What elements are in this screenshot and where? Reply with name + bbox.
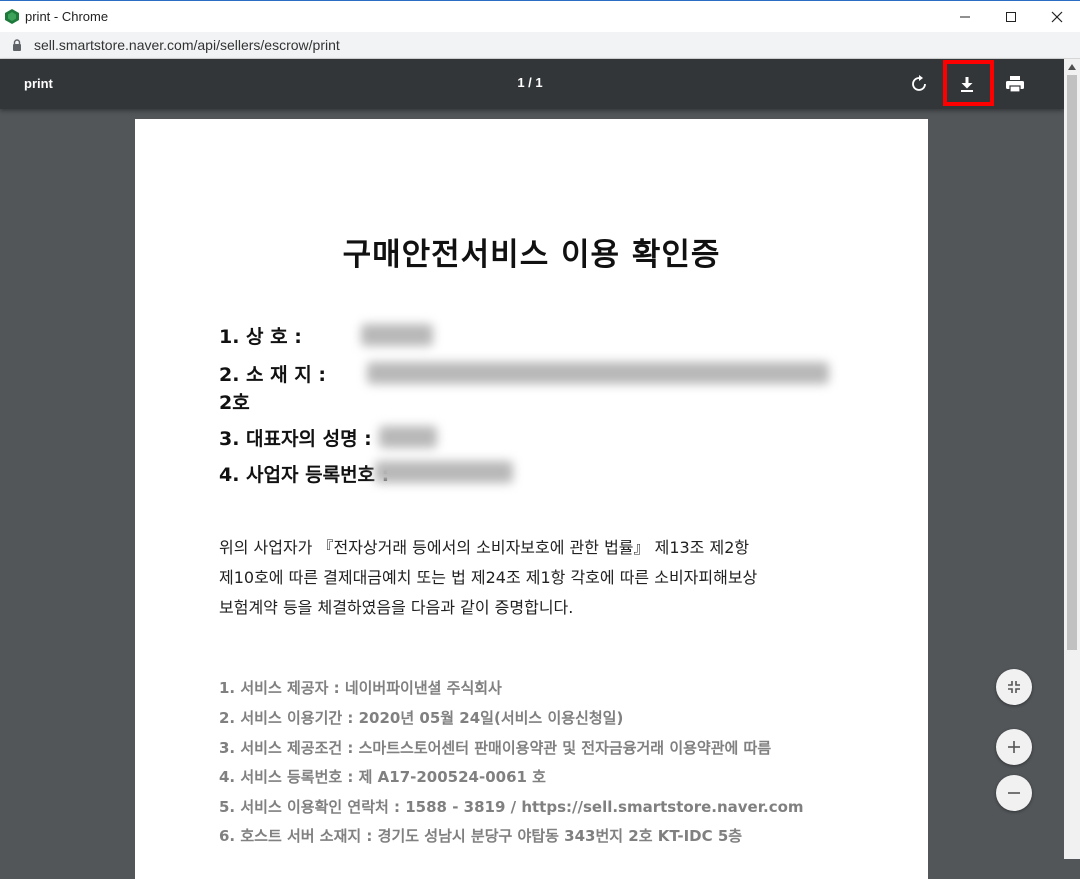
minimize-icon [960, 16, 970, 17]
fit-page-button[interactable] [996, 669, 1032, 705]
pdf-toolbar: print 1 / 1 [0, 59, 1064, 109]
service-item: 3. 서비스 제공조건 : 스마트스토어센터 판매이용약관 및 전자금융거래 이… [219, 739, 772, 757]
close-icon [1051, 11, 1063, 22]
page-indicator: 1 / 1 [517, 75, 543, 90]
service-item: 4. 서비스 등록번호 : 제 A17-200524-0061 호 [219, 768, 546, 786]
scroll-thumb[interactable] [1067, 75, 1077, 650]
rotate-button[interactable] [902, 67, 936, 101]
maximize-icon [1006, 11, 1016, 22]
service-item: 5. 서비스 이용확인 연락처 : 1588 - 3819 / https://… [219, 798, 804, 816]
scroll-up-arrow-icon [1068, 64, 1076, 70]
info-label: 4. 사업자 등록번호 : [219, 464, 390, 486]
close-button[interactable] [1034, 1, 1080, 32]
zoom-out-icon [1008, 792, 1020, 794]
print-icon [1006, 76, 1024, 93]
window-titlebar: print - Chrome [0, 0, 1080, 32]
redacted-address [367, 362, 829, 384]
maximize-button[interactable] [988, 1, 1034, 32]
info-business-number: 4. 사업자 등록번호 : [219, 460, 389, 487]
zoom-out-button[interactable] [996, 775, 1032, 811]
minimize-button[interactable] [942, 1, 988, 32]
window-title: print - Chrome [25, 9, 109, 24]
info-company-name: 1. 상 호 : [219, 322, 302, 349]
redacted-representative [379, 426, 437, 448]
address-bar[interactable]: sell.smartstore.naver.com/api/sellers/es… [0, 32, 1080, 59]
certification-statement: 위의 사업자가 『전자상거래 등에서의 소비자보호에 관한 법률』 제13조 제… [219, 533, 859, 623]
pdf-doc-title: print [24, 76, 53, 91]
info-label: 3. 대표자의 성명 : [219, 428, 372, 450]
redacted-company-name [361, 324, 433, 346]
info-label: 1. 상 호 : [219, 326, 302, 348]
vertical-scrollbar[interactable] [1064, 59, 1080, 859]
info-representative: 3. 대표자의 성명 : [219, 424, 372, 451]
redacted-business-number [375, 461, 513, 483]
statement-line: 제10호에 따른 결제대금예치 또는 법 제24조 제1항 각호에 따른 소비자… [219, 568, 758, 587]
info-label: 2. 소 재 지 : [219, 364, 326, 386]
rotate-icon [912, 75, 926, 91]
url-text[interactable]: sell.smartstore.naver.com/api/sellers/es… [34, 37, 340, 53]
zoom-in-button[interactable] [996, 729, 1032, 765]
info-address: 2. 소 재 지 : [219, 360, 326, 387]
scroll-up-button[interactable] [1064, 59, 1080, 75]
document-heading: 구매안전서비스 이용 확인증 [342, 237, 721, 273]
statement-line: 위의 사업자가 『전자상거래 등에서의 소비자보호에 관한 법률』 제13조 제… [219, 538, 750, 557]
zoom-in-icon [1008, 741, 1020, 753]
print-button[interactable] [998, 67, 1032, 101]
pdf-page: 구매안전서비스 이용 확인증 1. 상 호 : 2. 소 재 지 : 2호 3.… [135, 119, 928, 879]
info-address-wrap: 2호 [219, 388, 250, 415]
service-item: 1. 서비스 제공자 : 네이버파이낸셜 주식회사 [219, 679, 502, 697]
address-wrap-text: 2호 [219, 392, 250, 414]
fit-page-icon [1008, 681, 1020, 693]
service-item: 2. 서비스 이용기간 : 2020년 05월 24일(서비스 이용신청일) [219, 709, 624, 727]
statement-line: 보험계약 등을 체결하였음을 다음과 같이 증명합니다. [219, 598, 574, 617]
chrome-app-icon [5, 9, 19, 24]
lock-icon [13, 39, 21, 51]
download-highlight-box [943, 60, 994, 106]
service-item: 6. 호스트 서버 소재지 : 경기도 성남시 분당구 야탑동 343번지 2호… [219, 827, 743, 845]
